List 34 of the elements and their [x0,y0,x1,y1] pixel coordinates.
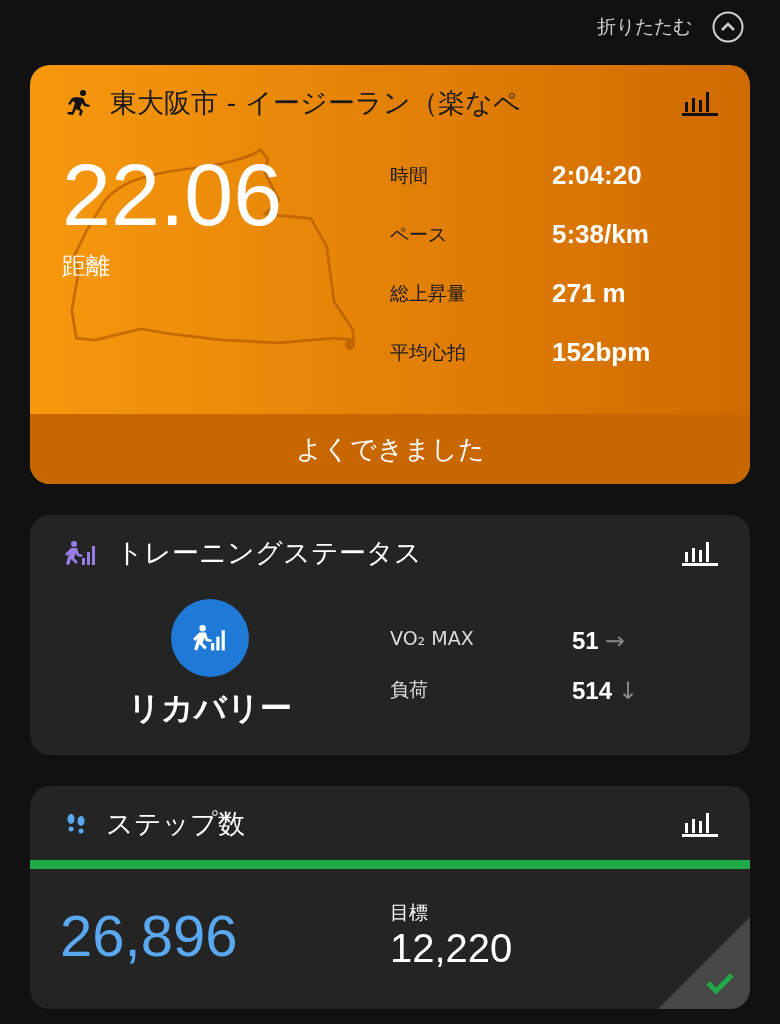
status-label: リカバリー [128,688,292,729]
goal-value: 12,220 [390,925,513,971]
card-title: ステップ数 [106,807,246,841]
stat-label: 時間 [390,162,429,188]
metric-value: 514 [572,677,613,705]
stat-value: 5:38/km [552,219,650,250]
stat-value: 152bpm [552,337,651,368]
trend-arrow: ↓ [618,677,639,705]
bar-chart-icon[interactable] [682,810,718,838]
chevron-up-icon [712,11,744,43]
runner-bars-icon [64,540,98,566]
runner-bars-icon [192,624,228,652]
stat-label: 平均心拍 [390,339,467,365]
step-count: 26,896 [60,901,239,969]
metric-label: 負荷 [390,677,429,702]
training-status-card[interactable]: トレーニングステータス リカバリー VO₂ MAX 51 → 負荷 514 ↓ [30,515,750,755]
metric-label: VO₂ MAX [390,627,475,651]
metric-value: 51 [572,627,599,655]
running-person-icon [64,89,92,117]
stat-label: 総上昇量 [390,280,467,306]
steps-card[interactable]: ステップ数 26,896 目標 12,220 [30,786,750,1009]
trend-arrow: → [604,627,625,655]
card-title: トレーニングステータス [116,536,423,570]
activity-title: 東大阪市 - イージーラン（楽なペ [110,86,522,120]
stat-label: ペース [390,221,448,247]
distance-value: 22.06 [62,147,284,244]
distance-label: 距離 [62,250,111,282]
stat-value: 2:04:20 [552,160,643,191]
message-banner: よくできました [30,414,750,484]
goal-label: 目標 [390,899,429,925]
bar-chart-icon[interactable] [682,539,718,567]
stat-value: 271 m [552,278,627,309]
activity-card[interactable]: 東大阪市 - イージーラン（楽なペ 22.06 距離 時間 2:04:20 ペース 5:38/km 総上昇量 271 m 平均心拍 152bpm よくできました [30,65,750,484]
collapse-button[interactable]: 折りたたむ [597,11,744,43]
